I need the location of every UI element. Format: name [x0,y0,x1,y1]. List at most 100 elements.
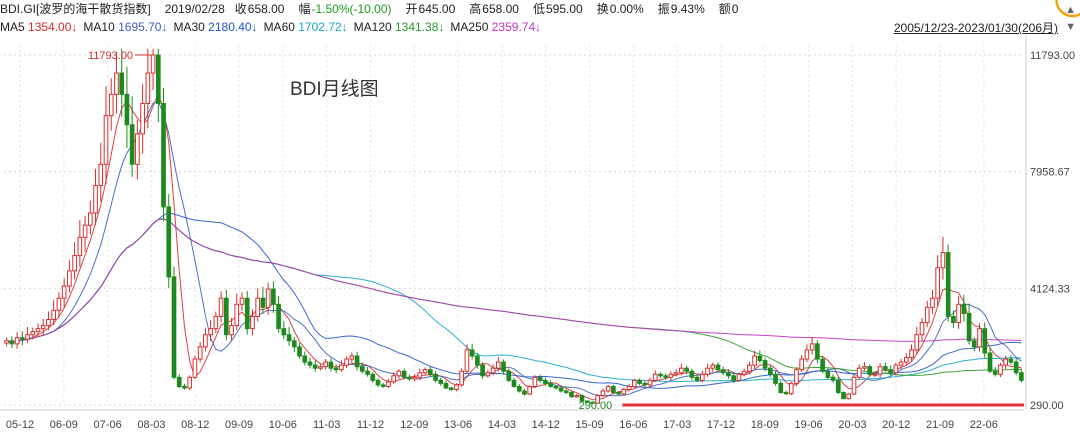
candle-body [741,370,747,375]
candle-body [715,364,721,371]
candle-body [1003,358,1009,366]
candle-body [867,366,873,375]
x-tick-label: 20-12 [882,419,910,431]
x-axis: 05-12 06-09 07-06 08-03 08-12 09-09 10-06 11-03… [0,409,1024,431]
candle-body [757,355,763,362]
candle-body [61,285,67,299]
candle-body [448,387,454,390]
candle-body [883,366,888,371]
candle-body [354,355,360,368]
candle-body [956,303,961,324]
candle-body [830,376,836,381]
candle-body [93,185,98,214]
candle-body [140,102,145,135]
candle-body [19,337,25,340]
candle-body [464,349,470,372]
x-tick-label: 11-12 [357,419,384,431]
candle-body [516,385,522,392]
x-tick-label: 05-12 [6,419,34,431]
candle-body [694,376,700,381]
candle-body [506,370,512,381]
x-tick-label: 11-03 [313,419,340,431]
candles [4,48,1024,404]
candle-body [417,372,423,378]
candle-body [490,367,496,374]
candle-body [563,390,569,394]
y-tick-label: 11793.00 [1030,50,1075,62]
candle-body [856,367,862,378]
candle-body [961,303,967,314]
candle-body [265,288,271,308]
candle-body [438,379,444,384]
candle-body [87,212,93,226]
candle-body [631,379,637,387]
candle-body [710,364,716,369]
candle-body [297,346,302,357]
x-tick-label: 06-09 [50,419,78,431]
candle-body [192,358,198,378]
candle-body [851,376,857,395]
x-tick-label: 22-06 [970,419,998,431]
ma-line [6,218,1022,376]
x-tick-label: 13-06 [444,419,472,431]
candle-body [767,367,773,375]
candle-body [35,328,41,333]
candle-body [804,349,810,360]
x-tick-label: 14-03 [488,419,516,431]
candle-body [427,369,433,375]
candle-body [747,364,752,372]
x-tick-label: 12-09 [400,419,428,431]
candle-body [333,367,339,371]
candle-body [699,373,705,381]
candle-body [56,297,62,311]
candle-body [150,54,156,74]
x-tick-label: 16-06 [619,419,647,431]
candle-body [229,325,234,336]
candle-body [176,376,182,387]
y-tick-label: 7958.67 [1030,167,1070,179]
candle-body [778,382,784,394]
candle-body [637,379,642,384]
candle-body [124,93,130,126]
candle-body [82,224,88,238]
ma-line [6,218,1022,343]
candle-body [987,352,993,372]
y-axis: 11793.00 7958.67 4124.33 290.00 [1025,35,1075,412]
candle-body [642,382,648,386]
candle-body [51,309,57,321]
candle-body [611,385,616,394]
candle-body [909,349,914,359]
candle-body [365,370,370,375]
candle-body [762,360,768,369]
candle-body [877,366,883,375]
candle-body [820,358,825,372]
candle-body [98,163,104,187]
candle-body [145,72,151,104]
candle-body [25,334,30,340]
x-tick-label: 09-09 [225,419,253,431]
candle-body [788,382,794,395]
candle-body [14,337,20,345]
candle-body [459,370,465,386]
candle-body [495,361,501,369]
candle-body [182,385,187,389]
candle-body [375,379,381,386]
candle-body [244,297,250,330]
candle-body [511,379,517,387]
candle-body [1008,358,1014,363]
candle-body [736,373,742,381]
candle-body [663,375,669,378]
candle-body [302,355,308,363]
min-label: 290.00 [579,400,613,412]
candle-body [46,319,51,327]
candle-body [108,93,114,117]
candle-body [281,328,287,336]
candle-body [919,322,925,336]
candle-body [260,297,266,308]
candle-body [846,393,852,400]
candle-body [862,366,867,369]
candle-body [407,376,412,380]
candle-body [537,376,543,381]
candle-body [998,364,1003,375]
candle-body [485,372,491,377]
